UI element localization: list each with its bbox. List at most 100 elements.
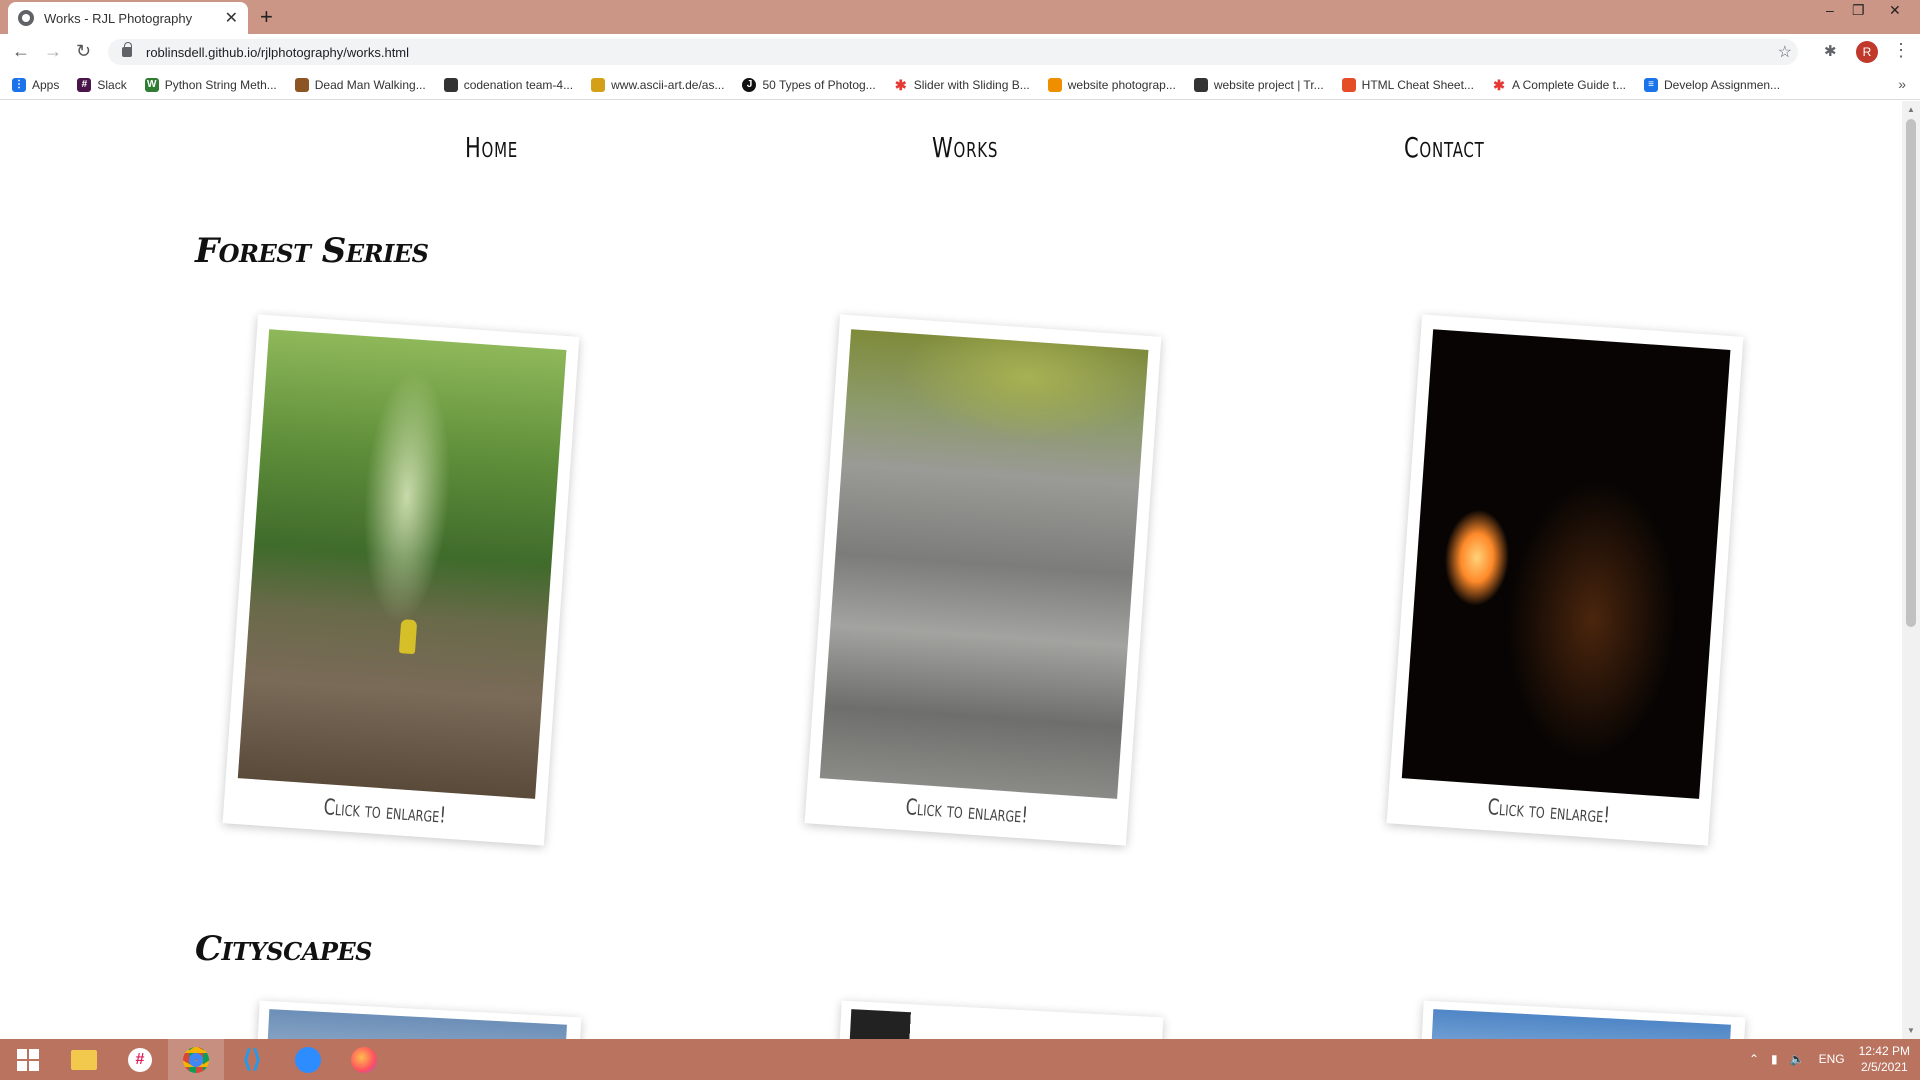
taskbar-slack[interactable]: #	[112, 1039, 168, 1080]
photo-caption: Click to enlarge!	[1486, 795, 1611, 829]
bookmark-dead-man[interactable]: Dead Man Walking...	[294, 77, 426, 92]
person-figure	[398, 619, 418, 655]
forest-path-photo	[237, 329, 567, 799]
vscode-icon: ⟨⟩	[242, 1046, 262, 1073]
bookmark-label: codenation team-4...	[463, 77, 574, 92]
site-icon	[294, 77, 309, 92]
section-title-cityscapes: Cityscapes	[195, 929, 373, 969]
photo-card-city-2[interactable]	[838, 1000, 1164, 1039]
taskbar-chrome[interactable]	[168, 1039, 224, 1080]
photo-card-fireplace[interactable]: Click to enlarge!	[1386, 314, 1744, 846]
windows-icon	[17, 1048, 39, 1071]
bookmark-website-photo[interactable]: website photograp...	[1047, 77, 1176, 92]
bookmark-label: website photograp...	[1067, 77, 1176, 92]
taskbar-vscode[interactable]: ⟨⟩	[224, 1039, 280, 1080]
site-icon: J	[742, 77, 757, 92]
nav-home[interactable]: Home	[465, 131, 518, 164]
scrollbar-thumb[interactable]	[1906, 119, 1916, 627]
nav-works[interactable]: Works	[932, 131, 998, 164]
taskbar-zoom[interactable]	[280, 1039, 336, 1080]
taskbar-file-explorer[interactable]	[56, 1039, 112, 1080]
html5-icon	[1341, 77, 1356, 92]
browser-tab[interactable]: Works - RJL Photography ✕	[8, 2, 248, 34]
clock[interactable]: 12:42 PM 2/5/2021	[1859, 1043, 1910, 1075]
zoom-icon	[295, 1046, 321, 1073]
photo-card-forest-path[interactable]: Click to enlarge!	[222, 314, 580, 846]
profile-avatar[interactable]: R	[1856, 41, 1878, 63]
city-photo	[1430, 1009, 1731, 1039]
back-arrow-icon[interactable]: ←	[12, 41, 30, 62]
bookmark-complete-guide[interactable]: ✱ A Complete Guide t...	[1492, 78, 1626, 92]
bookmark-photog[interactable]: J 50 Types of Photog...	[742, 77, 876, 92]
minimize-icon[interactable]: –	[1826, 2, 1834, 18]
new-tab-button[interactable]: +	[260, 4, 273, 30]
chrome-icon	[183, 1046, 209, 1073]
bookmark-star-icon[interactable]: ☆	[1778, 42, 1792, 62]
start-button[interactable]	[0, 1039, 56, 1080]
folder-icon	[71, 1049, 97, 1070]
windows-taskbar: # ⟨⟩ ⌃ ▮ 🔈 ENG 12:42 PM 2/5/2021	[0, 1039, 1920, 1080]
bookmark-label: 50 Types of Photog...	[762, 77, 876, 92]
site-icon	[443, 77, 458, 92]
site-icon	[591, 77, 606, 92]
photo-card-city-1[interactable]	[256, 1000, 582, 1039]
section-title-forest: Forest Series	[195, 231, 429, 271]
page-scrollbar[interactable]: ▲ ▼	[1902, 101, 1920, 1039]
bookmark-label: A Complete Guide t...	[1511, 77, 1626, 92]
clock-date: 2/5/2021	[1860, 1060, 1908, 1074]
bookmark-label: Slack	[97, 77, 127, 92]
bookmark-website-project[interactable]: website project | Tr...	[1193, 77, 1324, 92]
language-indicator[interactable]: ENG	[1819, 1052, 1845, 1066]
bookmark-html-cheat[interactable]: HTML Cheat Sheet...	[1341, 77, 1474, 92]
bookmark-label: Apps	[32, 77, 60, 92]
rock-face-photo	[819, 329, 1149, 799]
system-tray: ⌃ ▮ 🔈 ENG 12:42 PM 2/5/2021	[1749, 1043, 1910, 1075]
network-icon[interactable]: ▮	[1771, 1052, 1778, 1066]
browser-toolbar: ← → ↻ roblinsdell.github.io/rjlphotograp…	[0, 34, 1920, 70]
browser-menu-icon[interactable]: ⋮	[1892, 40, 1910, 61]
apps-grid-icon: ⋮	[12, 77, 26, 92]
more-bookmarks-icon[interactable]: »	[1898, 76, 1906, 92]
bookmark-ascii[interactable]: www.ascii-art.de/as...	[591, 77, 725, 92]
bookmark-label: Develop Assignmen...	[1664, 77, 1781, 92]
address-bar[interactable]: roblinsdell.github.io/rjlphotography/wor…	[108, 39, 1798, 65]
reload-icon[interactable]: ↻	[76, 41, 91, 62]
page-viewport: Home Works Contact Forest Series Click t…	[0, 101, 1902, 1039]
nav-contact[interactable]: Contact	[1404, 131, 1485, 164]
bookmark-apps[interactable]: ⋮ Apps	[12, 77, 60, 92]
bookmark-slider[interactable]: ✱ Slider with Sliding B...	[894, 78, 1030, 92]
extensions-puzzle-icon[interactable]: ✱	[1824, 42, 1837, 60]
photo-card-city-3[interactable]	[1420, 1000, 1746, 1039]
bookmark-codenation[interactable]: codenation team-4...	[443, 77, 574, 92]
volume-icon[interactable]: 🔈	[1790, 1052, 1805, 1066]
fireplace-photo	[1401, 329, 1731, 799]
asterisk-icon: ✱	[1493, 76, 1505, 93]
scroll-up-icon[interactable]: ▲	[1907, 105, 1915, 114]
bookmark-label: HTML Cheat Sheet...	[1361, 77, 1474, 92]
bookmark-label: Dead Man Walking...	[314, 77, 426, 92]
close-tab-icon[interactable]: ✕	[225, 8, 238, 28]
bookmark-slack[interactable]: # Slack	[77, 77, 127, 92]
tab-title: Works - RJL Photography	[44, 10, 193, 26]
photo-card-rock-face[interactable]: Click to enlarge!	[804, 314, 1162, 846]
restore-icon[interactable]: ❐	[1852, 2, 1865, 19]
site-icon	[1047, 77, 1062, 92]
globe-icon	[18, 10, 34, 26]
url-text: roblinsdell.github.io/rjlphotography/wor…	[146, 44, 410, 60]
city-photo	[266, 1009, 567, 1039]
taskbar-firefox[interactable]	[336, 1039, 392, 1080]
bookmark-develop[interactable]: ≡ Develop Assignmen...	[1644, 77, 1781, 92]
bookmarks-bar: ⋮ Apps # Slack W Python String Meth... Dead…	[0, 70, 1920, 100]
browser-tab-strip: Works - RJL Photography ✕ + – ❐ ✕	[0, 0, 1920, 34]
bookmark-label: website project | Tr...	[1213, 77, 1324, 92]
bookmark-python[interactable]: W Python String Meth...	[144, 77, 277, 92]
firefox-icon	[351, 1046, 377, 1073]
scroll-down-icon[interactable]: ▼	[1907, 1026, 1915, 1035]
close-window-icon[interactable]: ✕	[1889, 2, 1901, 19]
forward-arrow-icon[interactable]: →	[44, 41, 62, 62]
w3schools-icon: W	[144, 77, 159, 92]
trello-icon	[1193, 77, 1208, 92]
docs-icon: ≡	[1644, 77, 1658, 92]
show-hidden-icons[interactable]: ⌃	[1749, 1052, 1759, 1066]
bookmark-label: www.ascii-art.de/as...	[611, 77, 725, 92]
